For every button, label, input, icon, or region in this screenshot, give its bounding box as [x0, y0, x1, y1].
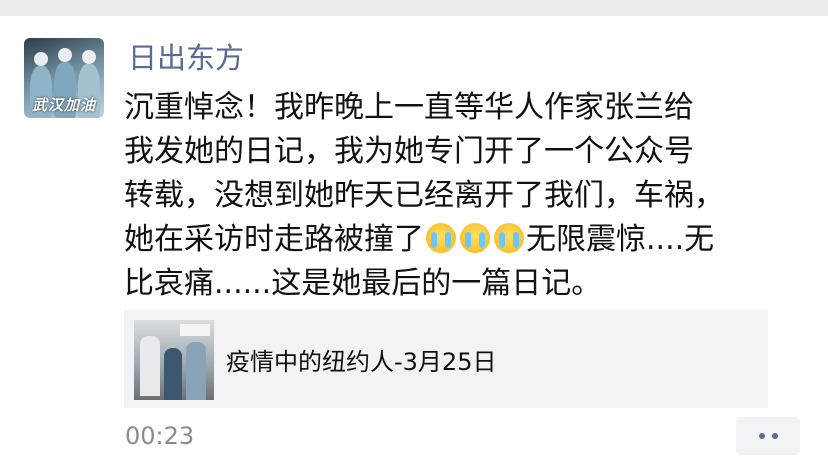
avatar-figure-head	[34, 52, 48, 66]
thumbnail-person	[140, 336, 160, 396]
more-dot-icon	[771, 433, 778, 439]
avatar-figure-head	[82, 50, 96, 64]
avatar-caption: 武汉加油	[32, 96, 97, 114]
more-actions-button[interactable]	[736, 417, 800, 455]
more-dot-icon	[758, 433, 765, 439]
thumbnail-person	[186, 342, 206, 400]
post-text-segment: 无限震惊....无	[526, 222, 715, 257]
crying-face-icon	[460, 223, 490, 253]
post-timestamp: 00:23	[125, 422, 195, 450]
thumbnail-person	[164, 348, 182, 400]
crying-face-icon	[494, 223, 524, 253]
post-text-segment: 她在采访时走路被撞了	[124, 222, 424, 257]
crying-face-icon	[426, 223, 456, 253]
top-bar	[0, 0, 828, 16]
post-text-line: 沉重悼念！我昨晚上一直等华人作家张兰给	[124, 90, 694, 125]
post-text-line: 转载，没想到她昨天已经离开了我们，车祸，	[124, 178, 724, 213]
shared-article-card[interactable]: 疫情中的纽约人-3月25日	[124, 310, 768, 408]
post-text-line: 比哀痛......这是她最后的一篇日记。	[124, 266, 602, 301]
post-text-line: 她在采访时走路被撞了 无限震惊....无	[124, 218, 804, 262]
shared-article-title: 疫情中的纽约人-3月25日	[226, 348, 497, 376]
shared-article-thumbnail	[134, 320, 214, 400]
avatar-figure-head	[58, 48, 72, 62]
post-text: 沉重悼念！我昨晚上一直等华人作家张兰给 我发她的日记，我为她专门开了一个公众号 …	[124, 86, 804, 306]
avatar[interactable]: 武汉加油	[24, 38, 104, 118]
post-text-line: 我发她的日记，我为她专门开了一个公众号	[124, 134, 694, 169]
thumbnail-sign	[180, 324, 210, 336]
author-name[interactable]: 日出东方	[128, 40, 244, 76]
